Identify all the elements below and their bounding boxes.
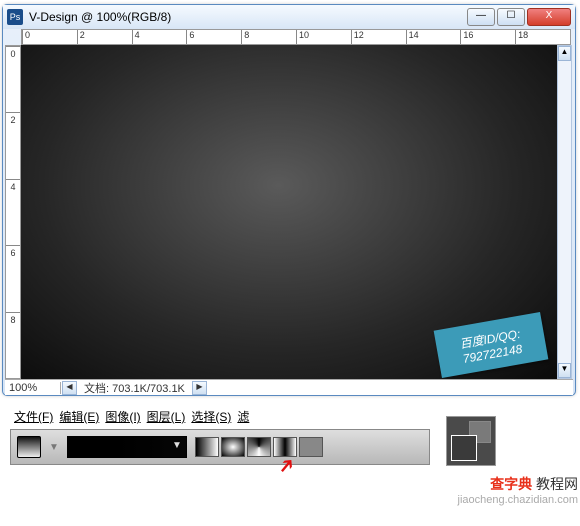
close-button[interactable]: X	[527, 8, 571, 26]
document-canvas[interactable]: 百度ID/QQ: 792722148	[21, 45, 557, 379]
menu-edit[interactable]: 编辑(E)	[59, 408, 99, 426]
titlebar[interactable]: Ps V-Design @ 100%(RGB/8) — ☐ X	[3, 5, 575, 29]
status-bar: 100% ◀ 文档: 703.1K/703.1K ▶	[5, 379, 573, 395]
gradient-options-bar: ▼	[10, 429, 430, 465]
menu-image[interactable]: 图像(I)	[105, 408, 140, 426]
site-caption: 查字典 教程网	[490, 474, 578, 494]
gradient-linear-button[interactable]	[195, 437, 219, 457]
gradient-type-group	[195, 437, 323, 457]
ruler-tick: 8	[241, 30, 296, 44]
scroll-right-button[interactable]: ▶	[192, 381, 207, 395]
color-swatches-panel	[446, 416, 496, 466]
tool-preset-button[interactable]	[17, 436, 41, 458]
app-icon: Ps	[7, 9, 23, 25]
maximize-button[interactable]: ☐	[497, 8, 525, 26]
menu-filter[interactable]: 滤	[237, 408, 249, 426]
ruler-tick: 0	[6, 46, 20, 112]
menu-layer[interactable]: 图层(L)	[147, 408, 186, 426]
ruler-tick: 6	[186, 30, 241, 44]
ruler-tick: 4	[6, 179, 20, 245]
ruler-tick: 2	[77, 30, 132, 44]
toolbar-crop: 文件(F) 编辑(E) 图像(I) 图层(L) 选择(S) 滤 ▼	[10, 408, 430, 470]
menu-bar: 文件(F) 编辑(E) 图像(I) 图层(L) 选择(S) 滤	[10, 408, 430, 426]
window-controls: — ☐ X	[467, 8, 571, 26]
gradient-angle-button[interactable]	[247, 437, 271, 457]
gradient-picker[interactable]	[67, 436, 187, 458]
scrollbar-vertical[interactable]: ▲ ▼	[557, 45, 572, 379]
ruler-tick: 0	[22, 30, 77, 44]
document-info: 文档: 703.1K/703.1K	[78, 380, 191, 396]
ruler-tick: 6	[6, 245, 20, 311]
site-brand: 查字典	[490, 476, 532, 492]
ruler-tick: 16	[460, 30, 515, 44]
ruler-tick: 4	[132, 30, 187, 44]
scroll-left-button[interactable]: ◀	[62, 381, 77, 395]
foreground-swatch[interactable]	[451, 435, 477, 461]
zoom-field[interactable]: 100%	[5, 382, 61, 394]
ruler-vertical[interactable]: 0 2 4 6 8	[5, 45, 21, 379]
minimize-button[interactable]: —	[467, 8, 495, 26]
menu-file[interactable]: 文件(F)	[14, 408, 53, 426]
ruler-tick: 10	[296, 30, 351, 44]
window-title: V-Design @ 100%(RGB/8)	[29, 10, 467, 24]
app-window: Ps V-Design @ 100%(RGB/8) — ☐ X 0 2 4 6 …	[2, 4, 576, 396]
ruler-tick: 14	[406, 30, 461, 44]
ruler-tick: 2	[6, 112, 20, 178]
gradient-radial-button[interactable]	[221, 437, 245, 457]
watermark-sticker: 百度ID/QQ: 792722148	[434, 312, 549, 378]
ruler-horizontal[interactable]: 0 2 4 6 8 10 12 14 16 18	[21, 29, 571, 45]
scroll-up-button[interactable]: ▲	[558, 46, 571, 61]
canvas-viewport[interactable]: 百度ID/QQ: 792722148	[21, 45, 557, 379]
site-url: jiaocheng.chazidian.com	[458, 494, 578, 506]
ruler-tick: 18	[515, 30, 570, 44]
scroll-down-button[interactable]: ▼	[558, 363, 571, 378]
gradient-diamond-button[interactable]	[299, 437, 323, 457]
menu-select[interactable]: 选择(S)	[191, 408, 231, 426]
ruler-tick: 8	[6, 312, 20, 378]
site-suffix: 教程网	[532, 476, 578, 492]
ruler-tick: 12	[351, 30, 406, 44]
